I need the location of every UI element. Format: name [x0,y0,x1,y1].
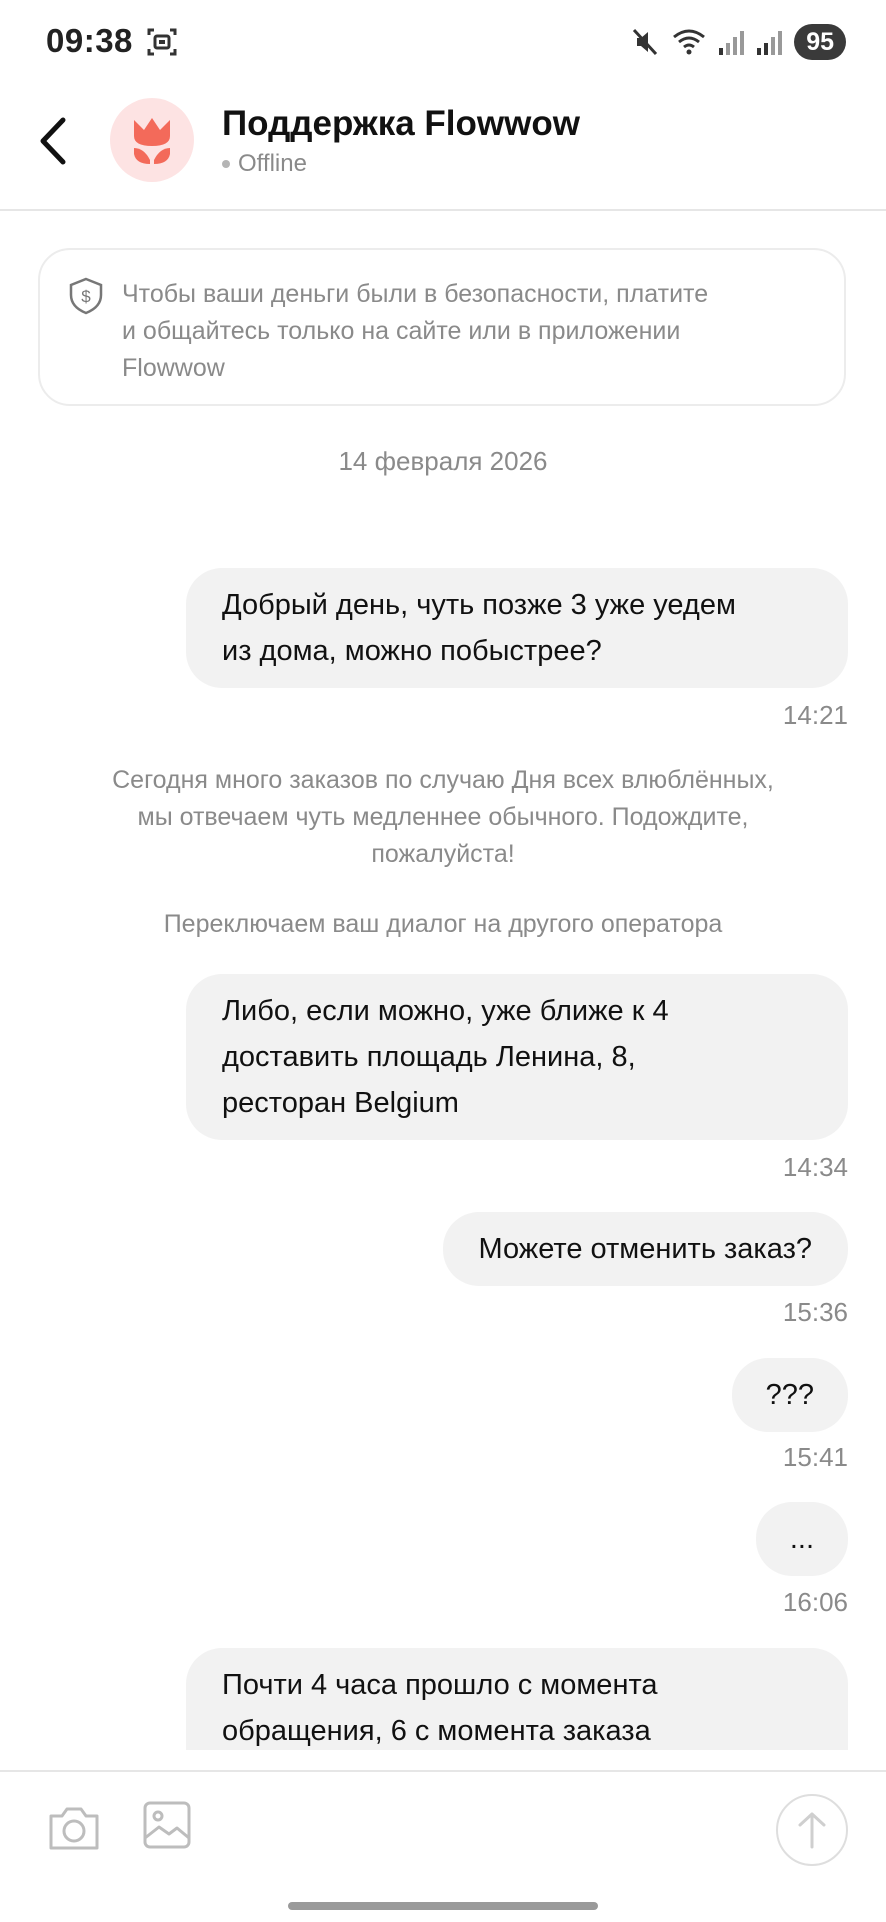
security-notice: $ Чтобы ваши деньги были в безопасности,… [38,248,846,406]
gallery-icon[interactable] [142,1800,192,1850]
mute-icon [633,28,658,56]
avatar[interactable] [110,98,194,182]
back-button[interactable] [22,106,82,176]
signal-icon [757,31,783,55]
message-time: 14:21 [782,700,848,730]
chat-title: Поддержка Flowwow [222,104,580,143]
message-bubble[interactable]: ??? [731,1358,848,1432]
system-message-line: пожалуйста! [371,840,515,868]
status-dot-icon [222,160,230,168]
message-line: Можете отменить заказ? [478,1233,812,1265]
message-line: обращения, 6 с момента заказа [222,1715,651,1747]
wifi-icon [673,29,706,55]
message-time: 16:06 [782,1587,848,1617]
send-arrow-icon [798,1812,826,1849]
chevron-left-icon [40,117,66,165]
message-bubble[interactable]: Можете отменить заказ? [442,1212,848,1286]
status-time: 09:38 [46,22,133,59]
online-status: Offline [222,150,307,178]
signal-icon [719,31,745,55]
camera-icon[interactable] [46,1802,102,1854]
message-time: 15:41 [782,1442,848,1472]
notice-line: Чтобы ваши деньги были в безопасности, п… [122,280,709,308]
message-bubble[interactable]: Либо, если можно, уже ближе к 4 доставит… [186,974,848,1140]
message-bubble[interactable]: ... [755,1502,848,1576]
message-line: ресторан Belgium [222,1087,459,1119]
send-button[interactable] [776,1794,848,1866]
battery-badge: 95 [794,24,846,60]
message-line: ??? [765,1379,814,1411]
system-message-line: Переключаем ваш диалог на другого операт… [163,910,723,938]
message-time: 15:36 [782,1297,848,1327]
message-line: из дома, можно побыстрее? [222,635,602,667]
svg-text:$: $ [81,287,91,306]
message-line: ... [789,1523,814,1555]
message-line: Почти 4 часа прошло с момента [222,1669,658,1701]
message-bubble[interactable]: Добрый день, чуть позже 3 уже уедем из д… [186,568,848,688]
message-line: Добрый день, чуть позже 3 уже уедем [222,589,736,621]
composer-bar [0,1770,886,1922]
date-separator: 14 февраля 2026 [338,446,548,476]
home-indicator[interactable] [288,1902,598,1910]
security-notice-text: Чтобы ваши деньги были в безопасности, п… [122,276,802,387]
notice-line: Flowwow [122,354,225,382]
system-message-line: мы отвечаем чуть медленнее обычного. Под… [137,803,749,831]
message-bubble[interactable]: Почти 4 часа прошло с момента обращения,… [186,1648,848,1750]
tulip-icon [134,118,170,164]
shield-dollar-icon: $ [69,277,103,315]
message-line: доставить площадь Ленина, 8, [222,1041,636,1073]
notice-line: и общайтесь только на сайте или в прилож… [122,317,681,345]
message-time: 14:34 [782,1152,848,1182]
message-line: Либо, если можно, уже ближе к 4 [222,995,669,1027]
status-label: Offline [238,150,307,177]
screenshot-icon [147,28,177,56]
status-bar: 09:38 95 [0,0,886,84]
system-message-line: Сегодня много заказов по случаю Дня всех… [112,766,774,794]
chat-header: Поддержка Flowwow Offline [0,84,886,211]
system-message: Сегодня много заказов по случаю Дня всех… [60,762,826,873]
system-message: Переключаем ваш диалог на другого операт… [60,906,826,943]
